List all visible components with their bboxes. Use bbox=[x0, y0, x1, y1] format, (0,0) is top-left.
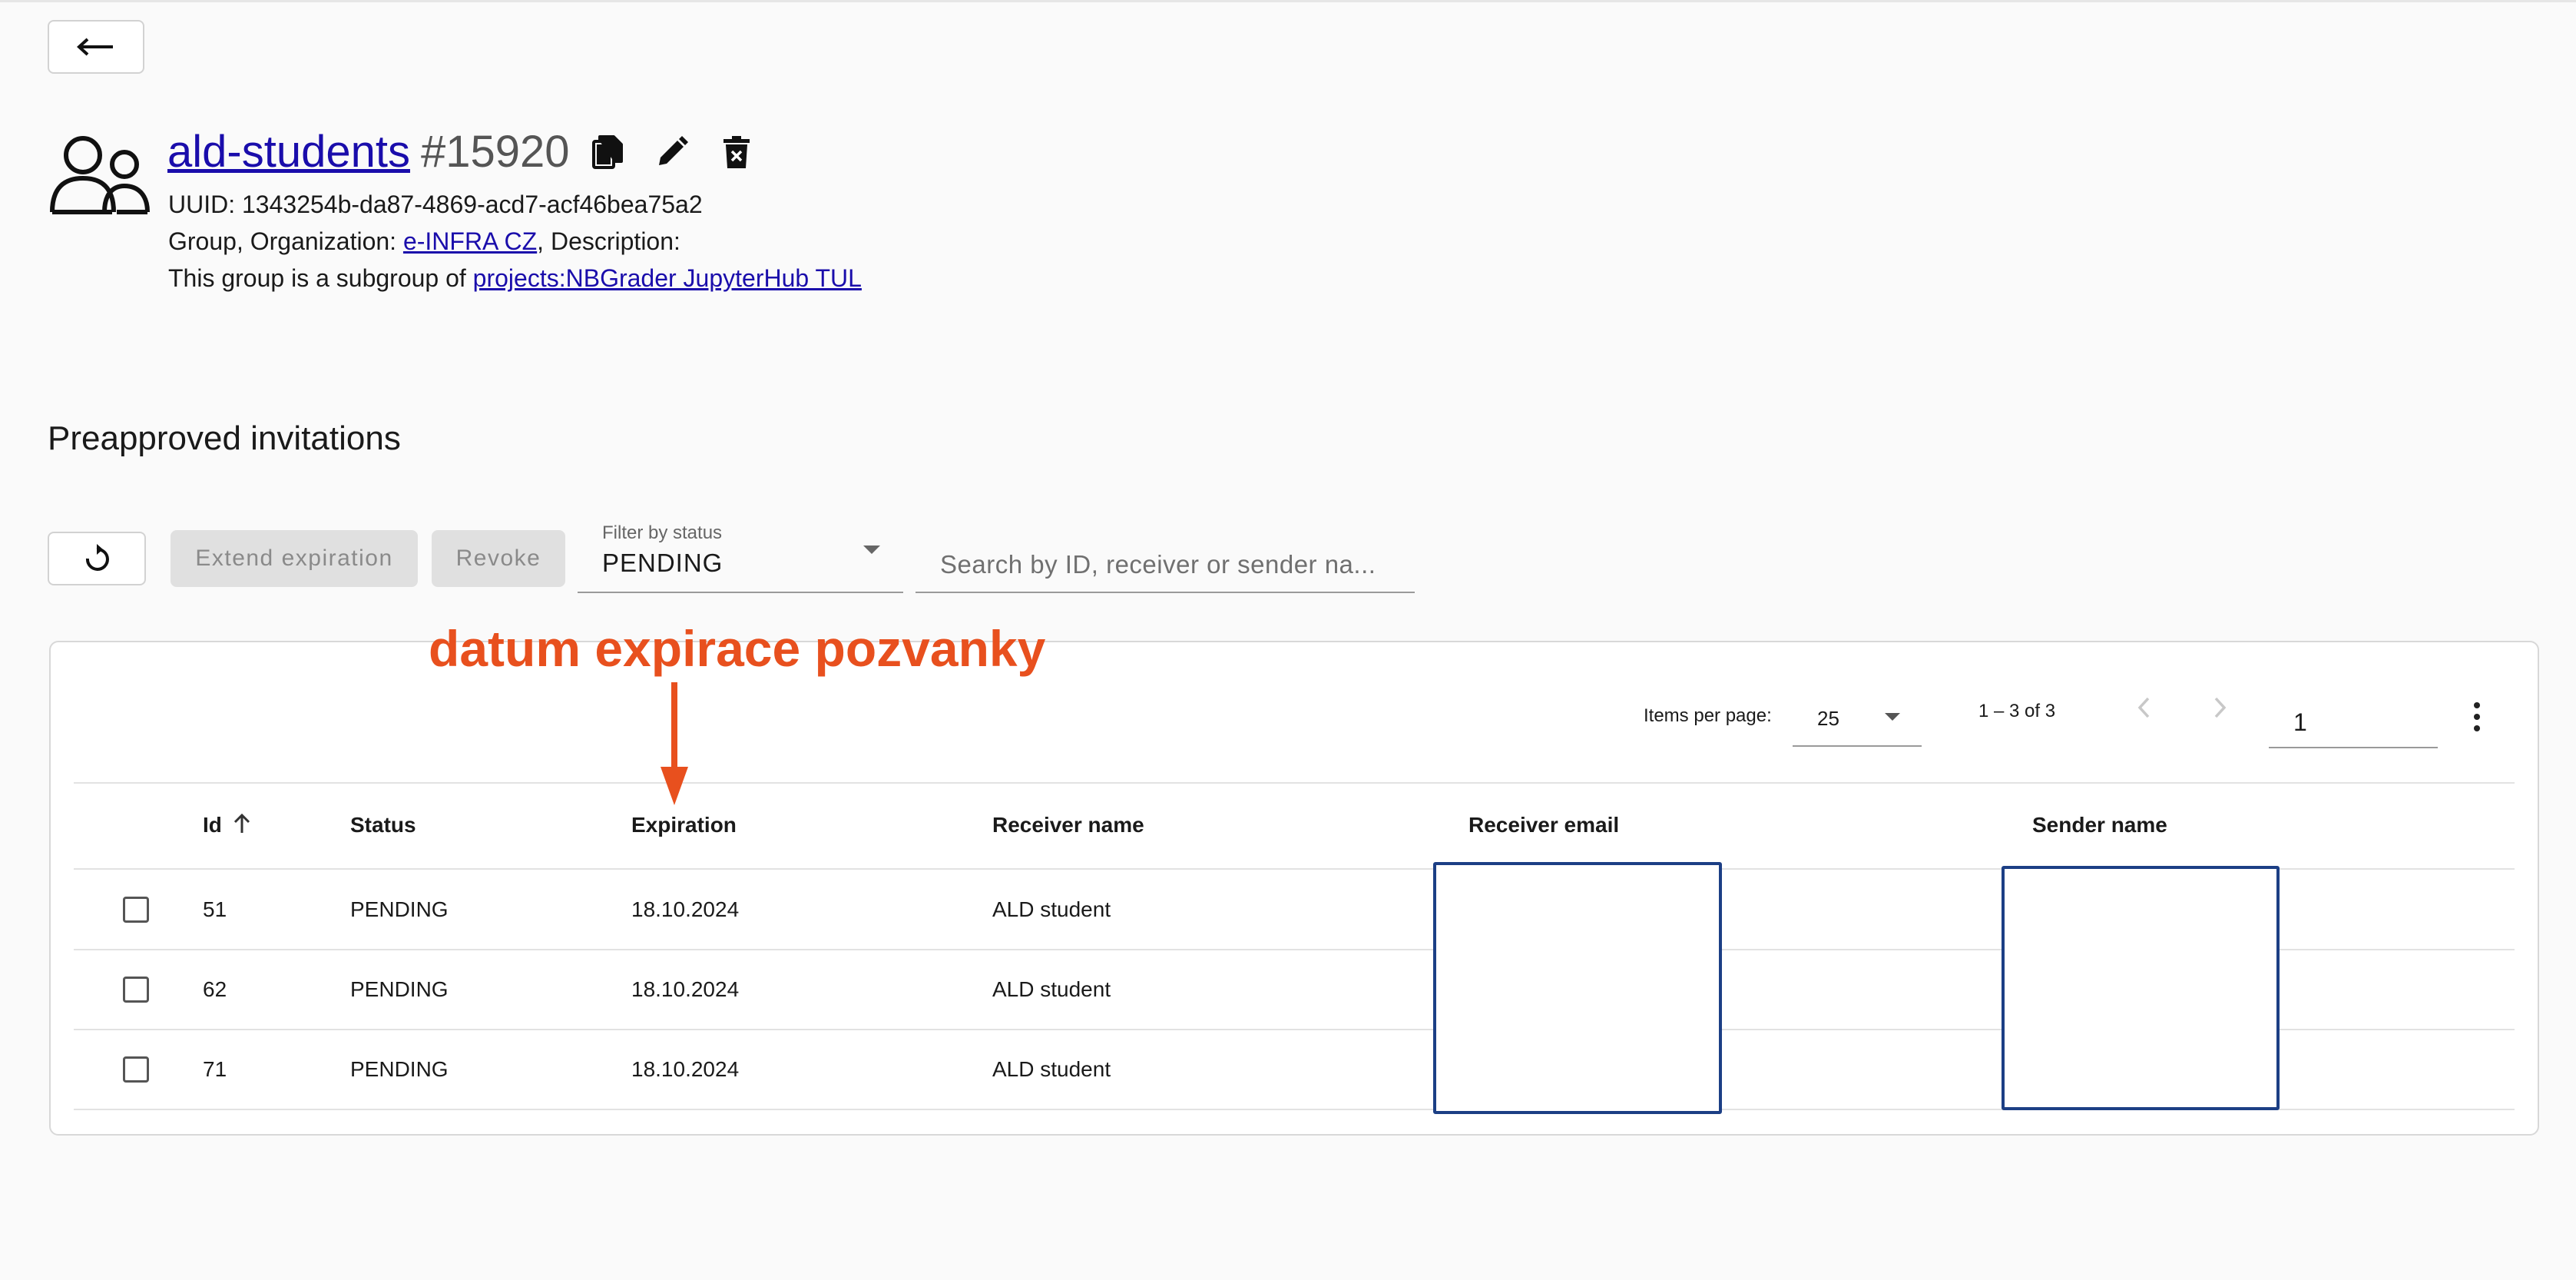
group-icon bbox=[50, 136, 150, 214]
parent-group-link[interactable]: projects:NBGrader JupyterHub TUL bbox=[473, 264, 862, 292]
column-header-sender-name[interactable]: Sender name bbox=[2032, 813, 2167, 837]
page-number-input[interactable]: 1 bbox=[2269, 684, 2438, 748]
organization-suffix: , Description: bbox=[537, 227, 680, 255]
cell-status: PENDING bbox=[350, 977, 449, 1001]
annotation-label: datum expirace pozvanky bbox=[429, 620, 1046, 677]
edit-button[interactable] bbox=[645, 125, 699, 179]
annotation-arrow-icon bbox=[661, 682, 688, 805]
chevron-right-icon[interactable] bbox=[2212, 696, 2227, 719]
row-checkbox[interactable] bbox=[123, 1056, 149, 1083]
redaction-box-sender-name bbox=[2002, 866, 2280, 1110]
cell-receiver-name: ALD student bbox=[992, 977, 1111, 1001]
extend-expiration-button[interactable]: Extend expiration bbox=[171, 530, 418, 587]
row-checkbox[interactable] bbox=[123, 897, 149, 923]
cell-id: 62 bbox=[203, 977, 227, 1001]
page-range-label: 1 – 3 of 3 bbox=[1978, 701, 2056, 721]
table-divider bbox=[74, 782, 2515, 784]
status-filter-label: Filter by status bbox=[602, 522, 723, 543]
group-title-row: ald-students #15920 bbox=[167, 123, 763, 181]
dropdown-caret-icon bbox=[863, 545, 880, 554]
cell-receiver-name: ALD student bbox=[992, 1057, 1111, 1081]
cell-status: PENDING bbox=[350, 897, 449, 921]
cell-expiration: 18.10.2024 bbox=[631, 897, 740, 921]
group-id: #15920 bbox=[420, 127, 570, 177]
cell-id: 71 bbox=[203, 1057, 227, 1081]
delete-button[interactable] bbox=[710, 125, 763, 179]
column-header-receiver-email[interactable]: Receiver email bbox=[1468, 813, 1619, 837]
items-per-page-select[interactable]: 25 bbox=[1793, 684, 1922, 747]
organization-line: Group, Organization: e-INFRA CZ, Descrip… bbox=[168, 227, 680, 256]
arrow-left-icon bbox=[77, 38, 113, 56]
column-header-expiration[interactable]: Expiration bbox=[631, 813, 737, 837]
column-header-id[interactable]: Id bbox=[203, 813, 251, 837]
column-header-id-label: Id bbox=[203, 813, 222, 837]
back-button[interactable] bbox=[48, 20, 144, 74]
copy-icon bbox=[591, 134, 623, 169]
column-header-status[interactable]: Status bbox=[350, 813, 416, 837]
dropdown-caret-icon bbox=[1885, 713, 1900, 721]
status-filter-value: PENDING bbox=[602, 549, 723, 577]
refresh-button[interactable] bbox=[48, 532, 146, 585]
column-header-receiver-name[interactable]: Receiver name bbox=[992, 813, 1144, 837]
copy-button[interactable] bbox=[581, 125, 634, 179]
organization-prefix: Group, Organization: bbox=[168, 227, 403, 255]
subgroup-line: This group is a subgroup of projects:NBG… bbox=[168, 264, 862, 293]
revoke-button[interactable]: Revoke bbox=[432, 530, 565, 587]
redaction-box-receiver-email bbox=[1433, 862, 1722, 1114]
group-name-link[interactable]: ald-students bbox=[167, 126, 410, 177]
search-placeholder: Search by ID, receiver or sender na... bbox=[940, 550, 1376, 579]
cell-expiration: 18.10.2024 bbox=[631, 977, 740, 1001]
page-number-value: 1 bbox=[2293, 708, 2307, 736]
status-filter-select[interactable]: Filter by status PENDING bbox=[578, 516, 903, 593]
subgroup-prefix: This group is a subgroup of bbox=[168, 264, 473, 292]
more-vert-icon[interactable] bbox=[2465, 698, 2488, 736]
row-checkbox[interactable] bbox=[123, 977, 149, 1003]
items-per-page-label: Items per page: bbox=[1644, 705, 1772, 726]
arrow-up-icon bbox=[233, 813, 250, 833]
cell-receiver-name: ALD student bbox=[992, 897, 1111, 921]
search-input[interactable]: Search by ID, receiver or sender na... bbox=[916, 516, 1415, 593]
cell-status: PENDING bbox=[350, 1057, 449, 1081]
uuid-line: UUID: 1343254b-da87-4869-acd7-acf46bea75… bbox=[168, 191, 703, 218]
refresh-icon bbox=[85, 544, 109, 571]
section-title: Preapproved invitations bbox=[48, 419, 401, 457]
organization-link[interactable]: e-INFRA CZ bbox=[403, 227, 537, 255]
edit-icon bbox=[658, 135, 688, 165]
top-border bbox=[0, 0, 2576, 2]
cell-id: 51 bbox=[203, 897, 227, 921]
chevron-left-icon[interactable] bbox=[2137, 696, 2152, 719]
cell-expiration: 18.10.2024 bbox=[631, 1057, 740, 1081]
delete-icon bbox=[723, 135, 750, 168]
items-per-page-value: 25 bbox=[1817, 707, 1839, 730]
